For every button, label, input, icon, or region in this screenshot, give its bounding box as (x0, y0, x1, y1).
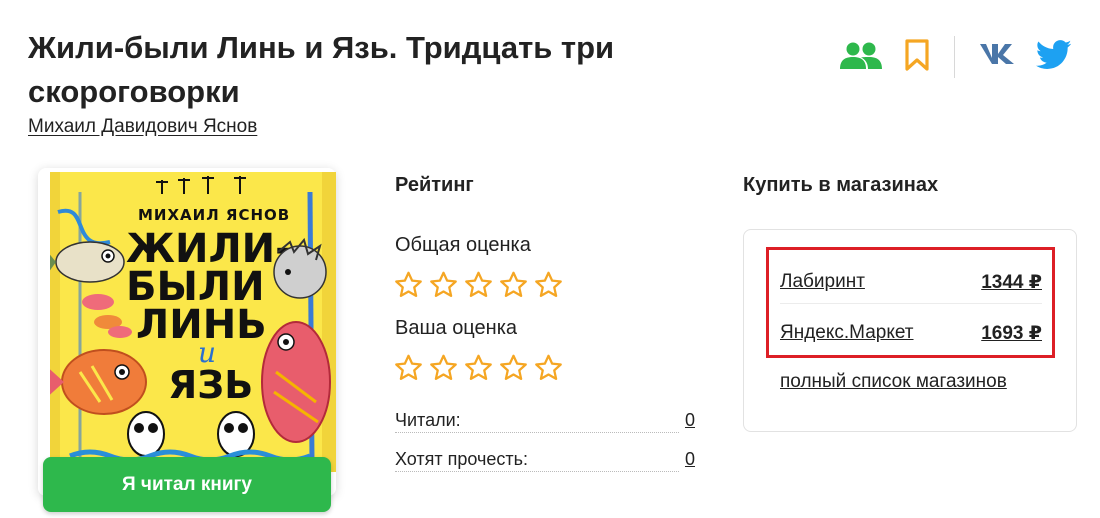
stat-leader (395, 471, 679, 472)
shops-heading: Купить в магазинах (743, 174, 939, 196)
rating-heading: Рейтинг (395, 174, 474, 196)
star-icon (395, 271, 422, 297)
star-icon[interactable] (533, 353, 564, 383)
star-icon[interactable] (498, 353, 529, 383)
header-divider (954, 36, 955, 78)
read-book-button[interactable]: Я читал книгу (43, 457, 331, 512)
your-rating-label: Ваша оценка (395, 317, 518, 339)
star-icon (465, 271, 492, 297)
author-link[interactable]: Михаил Давидович Яснов (28, 116, 257, 138)
vk-icon[interactable] (978, 42, 1016, 71)
star-icon (535, 271, 562, 297)
all-shops-link[interactable]: полный список магазинов (780, 371, 1007, 393)
stat-want-to-read: Хотят прочесть: 0 (395, 449, 695, 477)
stat-want-value[interactable]: 0 (680, 449, 695, 470)
star-icon (430, 271, 457, 297)
cover-title-line-5: ЯЗЬ (168, 363, 253, 407)
overall-rating-label: Общая оценка (395, 234, 531, 256)
star-icon[interactable] (428, 353, 459, 383)
twitter-icon[interactable] (1036, 40, 1072, 75)
star-icon (500, 271, 527, 297)
book-title: Жили-были Линь и Язь. Тридцать три скоро… (28, 30, 615, 109)
star-icon[interactable] (463, 353, 494, 383)
stat-leader (395, 432, 679, 433)
stat-read-label: Читали: (395, 410, 467, 431)
bookmark-icon[interactable] (904, 38, 930, 77)
stat-want-label: Хотят прочесть: (395, 449, 535, 470)
cover-author: МИХАИЛ ЯСНОВ (138, 206, 290, 224)
stat-read-value[interactable]: 0 (680, 410, 695, 431)
book-cover[interactable]: МИХАИЛ ЯСНОВ ЖИЛИ- БЫЛИ ЛИНЬ и ЯЗЬ (50, 172, 336, 472)
your-rating-stars[interactable] (393, 353, 564, 383)
star-icon[interactable] (393, 353, 424, 383)
highlight-annotation (766, 247, 1055, 358)
overall-rating-stars (393, 270, 564, 300)
stat-read: Читали: 0 (395, 410, 695, 438)
friends-icon[interactable] (840, 42, 882, 75)
